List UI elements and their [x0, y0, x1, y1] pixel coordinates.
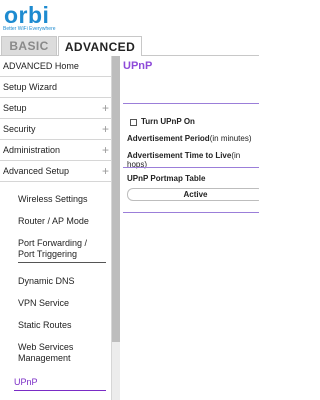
section-divider-bottom — [123, 212, 259, 213]
sidebar-scroll-thumb[interactable] — [112, 56, 120, 342]
sidebar-item-upnp[interactable]: UPnP — [14, 377, 106, 391]
sidebar-item-router-ap-mode[interactable]: Router / AP Mode — [18, 216, 106, 227]
expand-plus-icon[interactable]: + — [102, 143, 109, 157]
sidebar-item-wireless-settings[interactable]: Wireless Settings — [18, 194, 106, 205]
sidebar-item-administration[interactable]: Administration + — [0, 140, 112, 161]
sidebar-item-dynamic-dns[interactable]: Dynamic DNS — [18, 276, 106, 287]
turn-upnp-on-checkbox[interactable] — [130, 119, 137, 126]
sidebar-item-setup[interactable]: Setup + — [0, 98, 112, 119]
portmap-table-title: UPnP Portmap Table — [127, 174, 206, 183]
sidebar-item-security[interactable]: Security + — [0, 119, 112, 140]
orbi-logo: orbi — [4, 2, 50, 28]
tab-advanced[interactable]: ADVANCED — [58, 36, 142, 56]
adv-period-label: Advertisement Period(in minutes) — [127, 134, 252, 143]
sidebar-item-advanced-home[interactable]: ADVANCED Home — [0, 56, 112, 77]
section-divider — [123, 167, 259, 168]
turn-upnp-on-label: Turn UPnP On — [141, 117, 195, 126]
page-title: UPnP — [123, 60, 153, 72]
tab-basic[interactable]: BASIC — [1, 36, 57, 55]
sidebar-item-port-forwarding[interactable]: Port Forwarding / Port Triggering — [18, 238, 106, 263]
sidebar-item-advanced-setup[interactable]: Advanced Setup + — [0, 161, 112, 182]
portmap-header-active: Active — [127, 188, 259, 201]
sidebar-item-vpn-service[interactable]: VPN Service — [18, 298, 106, 309]
expand-plus-icon[interactable]: + — [102, 101, 109, 115]
sidebar-item-web-services-management[interactable]: Web Services Management — [18, 342, 106, 364]
sidebar-item-static-routes[interactable]: Static Routes — [18, 320, 106, 331]
title-divider — [123, 103, 259, 104]
expand-plus-icon[interactable]: + — [102, 122, 109, 136]
expand-plus-icon[interactable]: + — [102, 164, 109, 178]
sidebar-item-setup-wizard[interactable]: Setup Wizard — [0, 77, 112, 98]
tagline: Better WiFi Everywhere — [3, 26, 56, 32]
